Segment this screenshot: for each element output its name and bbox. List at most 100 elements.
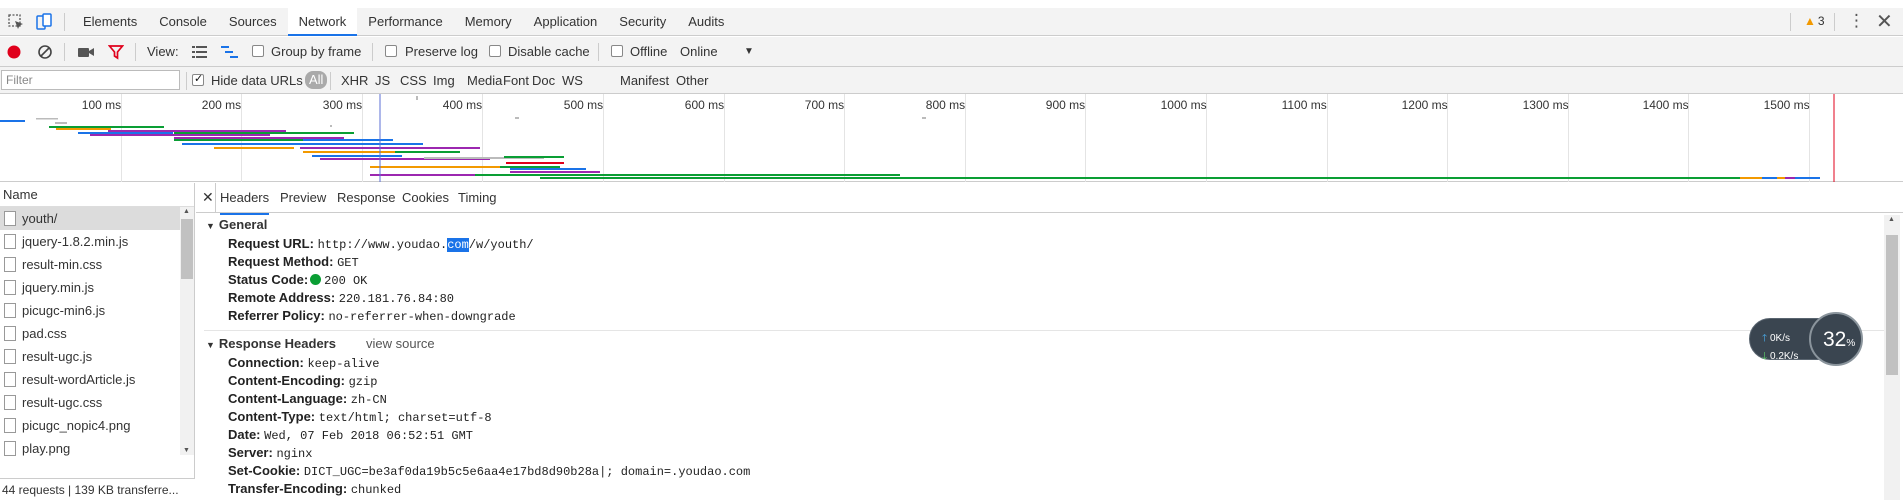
- network-toolbar: View: Group by frame Preserve log Disabl…: [0, 37, 1903, 67]
- filter-type-media[interactable]: Media: [467, 67, 502, 94]
- upload-arrow-icon: 🡑: [1762, 333, 1768, 344]
- detail-tab-cookies[interactable]: Cookies: [402, 183, 449, 213]
- divider: [135, 43, 136, 61]
- tab-sources[interactable]: Sources: [218, 8, 288, 36]
- filter-type-other[interactable]: Other: [676, 67, 709, 94]
- filter-type-css[interactable]: CSS: [400, 67, 427, 94]
- tab-performance[interactable]: Performance: [357, 8, 453, 36]
- request-row[interactable]: picugc-min6.js: [0, 299, 180, 322]
- filter-type-all[interactable]: All: [305, 71, 328, 89]
- request-bars: [0, 96, 1820, 179]
- request-row[interactable]: picugc_nopic4.png: [0, 414, 180, 437]
- detail-tab-timing[interactable]: Timing: [458, 183, 497, 213]
- request-list: Name youth/jquery-1.8.2.min.js result-min…: [0, 183, 195, 500]
- header-value: chunked: [350, 483, 402, 497]
- image-file-icon: [4, 441, 16, 456]
- request-row[interactable]: result-wordArticle.js: [0, 368, 180, 391]
- devtools-tab-bar: Elements Console Sources Network Performance…: [0, 8, 1903, 36]
- general-section-toggle[interactable]: ▼ General: [206, 217, 267, 232]
- more-options-icon[interactable]: ⋮: [1848, 11, 1865, 31]
- view-source-link[interactable]: view source: [366, 336, 435, 351]
- scroll-up-icon[interactable]: ▲: [183, 208, 190, 215]
- file-icon: [4, 234, 16, 249]
- close-devtools-icon[interactable]: ✕: [1876, 9, 1893, 34]
- tab-console[interactable]: Console: [148, 8, 218, 36]
- request-bar: [475, 174, 900, 176]
- response-header-row: Set-Cookie: DICT_UGC=be3af0da19b5c5e6aa4…: [228, 462, 750, 480]
- header-value: DICT_UGC=be3af0da19b5c5e6aa4e17bd8d90b28…: [303, 465, 751, 479]
- scroll-up-icon[interactable]: ▲: [1888, 216, 1895, 223]
- tab-application[interactable]: Application: [523, 8, 609, 36]
- tab-memory[interactable]: Memory: [454, 8, 523, 36]
- capture-screenshots-icon[interactable]: [77, 45, 95, 59]
- header-value: Wed, 07 Feb 2018 06:52:51 GMT: [264, 429, 473, 443]
- request-method-row: Request Method: GET: [228, 254, 359, 270]
- divider: [186, 72, 187, 90]
- filter-type-doc[interactable]: Doc: [532, 67, 555, 94]
- request-row[interactable]: result-min.css: [0, 253, 180, 276]
- offline-label: Offline: [630, 44, 668, 59]
- filter-input[interactable]: [1, 70, 180, 90]
- request-bar: [174, 132, 354, 134]
- offline-checkbox[interactable]: [611, 45, 623, 57]
- response-headers-section-toggle[interactable]: ▼ Response Headers view source: [206, 336, 435, 351]
- details-scrollbar[interactable]: ▲: [1884, 215, 1900, 500]
- detail-tab-preview[interactable]: Preview: [280, 183, 326, 213]
- timeline-overview[interactable]: 100 ms 200 ms 300 ms 400 ms 500 ms 600 ms 700 …: [0, 94, 1903, 182]
- large-rows-icon[interactable]: [192, 46, 207, 58]
- request-name: result-min.css: [22, 257, 103, 272]
- scrollbar-thumb[interactable]: [181, 219, 193, 279]
- name-column-header[interactable]: Name: [0, 183, 194, 207]
- inspect-element-icon[interactable]: [6, 12, 26, 32]
- filter-type-img[interactable]: Img: [433, 67, 455, 94]
- request-bar: [330, 125, 332, 127]
- request-list-scrollbar[interactable]: ▲ ▼: [180, 207, 194, 455]
- waterfall-overview-icon[interactable]: [221, 46, 238, 58]
- status-ok-icon: [310, 274, 322, 285]
- request-row[interactable]: pad.css: [0, 322, 180, 345]
- divider: [1790, 13, 1791, 31]
- tab-security[interactable]: Security: [608, 8, 677, 36]
- device-toolbar-icon[interactable]: [34, 12, 54, 32]
- chevron-down-icon[interactable]: ▼: [744, 37, 754, 67]
- filter-type-ws[interactable]: WS: [562, 67, 583, 94]
- group-by-frame-checkbox[interactable]: [252, 45, 264, 57]
- preserve-log-checkbox[interactable]: [385, 45, 397, 57]
- status-code-row: Status Code: 200 OK: [228, 272, 368, 288]
- disable-cache-checkbox[interactable]: [489, 45, 501, 57]
- hide-data-urls-checkbox[interactable]: [192, 72, 204, 86]
- clear-icon[interactable]: [37, 44, 53, 60]
- request-row[interactable]: jquery-1.8.2.min.js: [0, 230, 180, 253]
- request-bar: [370, 166, 500, 168]
- close-details-icon[interactable]: ✕: [202, 189, 214, 206]
- filter-type-xhr[interactable]: XHR: [341, 67, 368, 94]
- filter-type-js[interactable]: JS: [375, 67, 390, 94]
- tab-network[interactable]: Network: [287, 8, 358, 36]
- filter-type-manifest[interactable]: Manifest: [620, 67, 669, 94]
- divider: [215, 183, 216, 213]
- warnings-counter[interactable]: ▲ 3: [1804, 14, 1825, 28]
- filter-type-font[interactable]: Font: [503, 67, 529, 94]
- tab-elements[interactable]: Elements: [72, 8, 148, 36]
- record-icon[interactable]: [6, 44, 22, 60]
- network-speed-widget[interactable]: 🡑 0K/s 🡓 0.2K/s 32%: [1749, 312, 1864, 366]
- request-row[interactable]: jquery.min.js: [0, 276, 180, 299]
- request-bar: [416, 96, 418, 100]
- detail-tab-headers[interactable]: Headers: [220, 183, 270, 215]
- request-row[interactable]: youth/: [0, 207, 180, 230]
- scroll-down-icon[interactable]: ▼: [183, 447, 190, 454]
- request-name: jquery.min.js: [22, 280, 95, 295]
- request-name: result-wordArticle.js: [22, 372, 136, 387]
- request-bar: [510, 168, 586, 170]
- header-value: text/html; charset=utf-8: [318, 411, 492, 425]
- scrollbar-thumb[interactable]: [1886, 235, 1898, 375]
- request-row[interactable]: result-ugc.js: [0, 345, 180, 368]
- filter-icon[interactable]: [108, 44, 124, 60]
- request-row[interactable]: result-ugc.css: [0, 391, 180, 414]
- request-bar: [174, 137, 344, 139]
- tab-audits[interactable]: Audits: [677, 8, 735, 36]
- detail-tab-response[interactable]: Response: [337, 183, 396, 213]
- throttling-select[interactable]: Online: [680, 37, 718, 67]
- request-row[interactable]: play.png: [0, 437, 180, 460]
- disable-cache-label: Disable cache: [508, 44, 590, 59]
